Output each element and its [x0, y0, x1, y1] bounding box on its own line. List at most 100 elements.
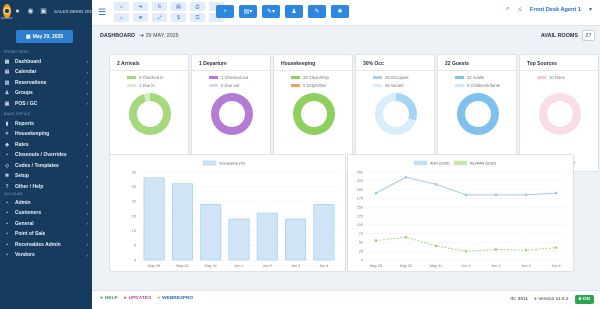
y-tick-label: 30 — [132, 170, 136, 174]
card-title: Top Sources — [527, 61, 557, 67]
legend-swatch — [127, 76, 136, 79]
add-button[interactable]: + — [216, 5, 234, 18]
chevron-right-icon: › — [86, 152, 89, 158]
dashboard-main: DASHBOARD ➔ 29 MAY, 2025 AVAIL ROOMS 27 … — [92, 26, 600, 290]
sidebar-item-general[interactable]: ▪ General › — [4, 219, 88, 228]
sidebar-item-codes-templates[interactable]: ◇ Codes / Templates › — [4, 161, 88, 170]
settings-button[interactable]: ✱ — [331, 5, 349, 18]
avail-rooms-value: 27 — [582, 30, 595, 41]
status-badge[interactable]: ■ ON — [574, 295, 594, 304]
y-tick-label: 125 — [357, 214, 363, 218]
sidebar-item-label: Vendors — [15, 252, 35, 258]
legend-item: 22 Adults — [455, 75, 484, 80]
document-icon[interactable]: ▤ — [171, 2, 186, 11]
money-icon[interactable]: $ — [171, 13, 186, 22]
sidebar-item-label: General — [15, 220, 34, 227]
guest-button[interactable]: ♟ — [285, 5, 303, 18]
date-selector-button[interactable]: ▦ May 29, 2025 — [16, 30, 73, 43]
page-title: DASHBOARD — [100, 33, 136, 39]
calendar-dropdown-button[interactable]: ▤▾ — [239, 5, 257, 18]
y-tick-label: 0 — [361, 258, 363, 262]
sidebar-item-vendors[interactable]: ▪ Vendors › — [4, 251, 88, 260]
bar — [285, 218, 307, 261]
sidebar-item-pos-gc[interactable]: ▣ POS / GC › — [4, 99, 88, 108]
x-tick-label: Jun 2 — [263, 264, 272, 268]
legend-item: 2 Checked in — [127, 75, 163, 80]
sidebar-item-housekeeping[interactable]: ✦ Housekeeping › — [4, 130, 88, 139]
refresh-icon[interactable]: ↻ — [152, 2, 167, 11]
avail-rooms-label: AVAIL ROOMS — [540, 33, 578, 39]
card-divider — [438, 70, 516, 71]
sidebar-item-label: Calendar — [15, 69, 37, 75]
data-point — [494, 248, 498, 251]
chevron-right-icon: › — [86, 142, 89, 147]
legend-label: ADR (USD) — [430, 162, 450, 166]
eye-icon[interactable]: ◉ — [27, 7, 34, 15]
y-tick-label: 175 — [357, 197, 363, 201]
chevron-down-icon[interactable]: ▾ — [589, 6, 592, 13]
cart-icon: ▣ — [4, 100, 10, 107]
print-icon[interactable]: ⎙ — [190, 2, 205, 11]
chevron-right-icon: › — [86, 90, 89, 96]
x-tick-label: Jun 4 — [551, 264, 560, 268]
webrezpro-link[interactable]: ● WEBREZPRO — [157, 296, 193, 301]
sidebar-item-label: Groups — [15, 90, 33, 96]
receivables-icon: ▪ — [6, 241, 8, 248]
edit-button[interactable]: ✎ — [308, 5, 326, 18]
home-icon[interactable]: ⌂ — [114, 2, 129, 11]
sidebar-item-dashboard[interactable]: ▦ Dashboard › — [4, 57, 88, 66]
legend-swatch — [537, 76, 546, 79]
arrow-right-icon[interactable]: ➜ — [133, 2, 148, 11]
sidebar-item-reservations[interactable]: ▥ Reservations › — [4, 78, 88, 87]
calendar-icon: ▤ — [4, 69, 10, 75]
sidebar-item-receivables-admin[interactable]: ▪ Receivables Admin › — [4, 240, 88, 249]
sidebar-item-reports[interactable]: ▮ Reports › — [4, 119, 88, 128]
sidebar-item-calendar[interactable]: ▤ Calendar › — [4, 68, 88, 77]
help-link[interactable]: ● HELP — [100, 296, 118, 301]
updates-link[interactable]: ● UPDATES — [124, 296, 151, 301]
tag-icon: ◆ — [5, 141, 9, 148]
legend-label: Occupancy (%) — [219, 162, 246, 166]
expand-icon[interactable]: ⤢ — [152, 13, 167, 22]
footer: ● HELP ● UPDATES ● WEBREZPRO ID: 3811 ● Ver… — [92, 290, 600, 309]
legend-label: RevPAR (USD) — [470, 162, 497, 166]
building-icon[interactable]: ▣ — [40, 7, 47, 15]
sidebar-item-admin[interactable]: ▪ Admin › — [4, 198, 88, 207]
sidebar-item-rates[interactable]: ◆ Rates › — [4, 140, 88, 149]
sidebar-item-setup[interactable]: ✱ Setup › — [4, 172, 88, 181]
sidebar-item-label: Reports — [15, 120, 34, 127]
user-icon[interactable]: ● — [14, 8, 21, 15]
legend-item: 0 Dirty/Other — [291, 83, 327, 88]
version-icon: ● — [533, 297, 537, 302]
sidebar-item-closeouts-overrides[interactable]: ▪ Closeouts / Overrides › — [4, 151, 88, 160]
y-tick-label: 10 — [132, 229, 136, 233]
bar — [228, 218, 250, 261]
admin-icon: ▪ — [6, 199, 8, 206]
sidebar-item-other-help[interactable]: ? Other / Help › — [4, 182, 88, 191]
donut-chart — [293, 93, 335, 135]
sidebar-item-label: Rates — [15, 141, 29, 148]
legend-text: 1 Due in — [139, 83, 155, 88]
legend-item: 1 Checked out — [209, 75, 248, 80]
bar — [171, 183, 193, 261]
search-icon[interactable]: ⌕ — [506, 6, 509, 13]
bell-icon[interactable]: ♫ — [517, 7, 522, 13]
x-tick-label: May 28 — [370, 264, 382, 268]
sidebar-item-customers[interactable]: ▪ Customers › — [4, 209, 88, 218]
legend-swatch — [373, 76, 382, 79]
sidebar-item-point-of-sale[interactable]: ▪ Point of Sale › — [4, 230, 88, 239]
agent-menu[interactable]: Front Desk Agent 1 — [530, 7, 581, 13]
logo-caption: HOSTAY — [1, 16, 13, 20]
sidebar-item-groups[interactable]: ♟ Groups › — [4, 89, 88, 98]
tools-dropdown-button[interactable]: ✎▾ — [262, 5, 280, 18]
legend-text: 28 Clean/Insp — [303, 75, 329, 80]
footer-links: ● HELP ● UPDATES ● WEBREZPRO — [100, 296, 193, 301]
home-alt-icon[interactable]: ⌂ — [114, 13, 129, 22]
key-icon[interactable]: ⚿ — [190, 13, 205, 22]
x-tick-label: Jun 1 — [461, 264, 470, 268]
legend-item: 0 Children/Infants — [455, 83, 500, 88]
menu-toggle-icon[interactable]: ☰ — [98, 8, 106, 17]
legend-swatch — [455, 84, 464, 87]
star-icon[interactable]: ★ — [133, 13, 148, 22]
card-divider — [356, 70, 434, 71]
